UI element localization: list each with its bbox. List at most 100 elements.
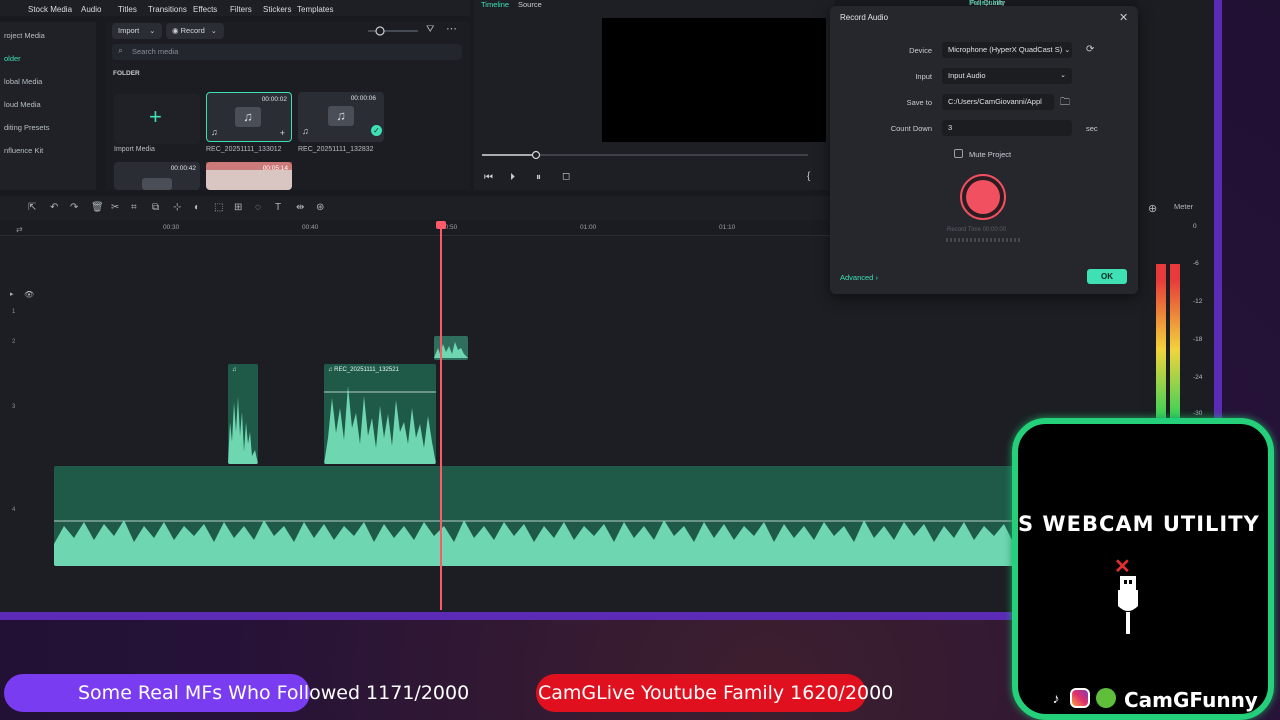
track-number: 3 — [12, 404, 16, 410]
more-icon[interactable]: ⋯ — [446, 22, 457, 35]
playback-scrubber[interactable] — [482, 150, 812, 160]
media-category-tabs: Stock Media Audio Titles Transitions Eff… — [0, 0, 470, 16]
clip-title: ♫ REC_20251111_132521 — [328, 367, 399, 373]
undo-icon[interactable]: ↶ — [50, 202, 58, 213]
tab-stock-media[interactable]: Stock Media — [28, 5, 72, 14]
sidebar-item-folder[interactable]: older — [4, 54, 21, 63]
waveform — [54, 520, 1014, 566]
filter-icon[interactable]: ⛛ — [426, 24, 434, 35]
audio-clip-long[interactable] — [54, 466, 1014, 566]
save-path-field[interactable]: C:/Users/CamGiovanni/Appl — [942, 94, 1054, 110]
ruler-tick: 01:00 — [580, 224, 597, 231]
audio-stretch-icon[interactable]: ⇹ — [296, 202, 304, 213]
mask-icon[interactable]: ◌ — [255, 202, 261, 213]
audio-clip[interactable]: ♫ — [228, 364, 258, 464]
play-icon[interactable]: ⏵ — [510, 172, 515, 183]
meter-scale: -6 — [1193, 260, 1199, 267]
audio-icon: ♫ — [232, 367, 237, 373]
tab-filters[interactable]: Filters — [230, 5, 252, 14]
pause-icon[interactable]: ⏸ — [536, 172, 541, 183]
record-dropdown[interactable]: ◉ Record ⌄ — [166, 23, 224, 39]
chevron-down-icon: ⌄ — [149, 28, 156, 35]
tab-source[interactable]: Source — [518, 0, 542, 9]
webcam-overlay: S WEBCAM UTILITY ✕ — [1012, 418, 1274, 720]
keyframe-icon[interactable]: ⬚ — [214, 202, 223, 213]
zoom-slider[interactable] — [368, 26, 418, 36]
media-sidebar: roject Media older lobal Media loud Medi… — [0, 22, 96, 190]
media-clip-4[interactable]: 00:05:14 — [206, 162, 292, 190]
record-button[interactable] — [960, 174, 1006, 220]
media-panel: Import ⌄ ◉ Record ⌄ ⛛ ⋯ Search media ⌕ F… — [106, 22, 470, 190]
stop-icon[interactable]: ◻ — [562, 171, 570, 182]
mute-project-checkbox[interactable] — [954, 149, 963, 158]
transform-icon[interactable]: ⧉ — [152, 202, 159, 213]
freeze-icon[interactable]: ⊞ — [234, 202, 242, 213]
import-media-tile[interactable]: + — [114, 94, 200, 144]
crop-icon[interactable]: ⌗ — [131, 202, 137, 213]
media-clip-1[interactable]: 00:00:02 ♫ ♫ + — [206, 92, 292, 142]
input-label: Input — [915, 72, 932, 81]
track-video-icon: ▸ — [10, 291, 14, 298]
ruler-tick: 01:10 — [719, 224, 736, 231]
color-icon[interactable]: ◐ — [194, 202, 200, 213]
sidebar-item-cloud-media[interactable]: loud Media — [4, 100, 41, 109]
tab-audio[interactable]: Audio — [81, 5, 101, 14]
media-clip-2[interactable]: 00:00:06 ♫ ♫ ✓ — [298, 92, 384, 142]
clip-duration: 00:00:06 — [350, 95, 376, 102]
record-dot-icon — [966, 180, 1000, 214]
add-icon[interactable]: + — [280, 128, 285, 138]
refresh-icon[interactable]: ⟳ — [1086, 44, 1094, 55]
level-indicator — [946, 238, 1020, 242]
sidebar-item-editing-presets[interactable]: diting Presets — [4, 123, 49, 132]
select-tool-icon[interactable]: ⇱ — [28, 202, 36, 213]
tab-transitions[interactable]: Transitions — [148, 5, 187, 14]
clip-duration: 00:00:42 — [170, 165, 196, 172]
delete-icon[interactable]: 🗑 — [91, 202, 104, 213]
player-panel: Timeline Source ⏮ ⏵ ⏸ ◻ { — [474, 0, 834, 190]
chevron-down-icon: ⌄ — [210, 28, 217, 35]
meter-scale: -12 — [1193, 298, 1203, 305]
instagram-icon — [1070, 688, 1090, 708]
chevron-down-icon: ⌄ — [1064, 47, 1071, 54]
track-number: 1 — [12, 309, 16, 315]
tab-effects[interactable]: Effects — [193, 5, 217, 14]
advanced-link[interactable]: Advanced › — [840, 273, 878, 282]
device-select[interactable]: Microphone (HyperX QuadCast S) ⌄ — [942, 42, 1072, 58]
tab-stickers[interactable]: Stickers — [263, 5, 291, 14]
ok-button[interactable]: OK — [1087, 269, 1127, 284]
ruler-tick: 00:30 — [163, 224, 180, 231]
tab-templates[interactable]: Templates — [297, 5, 333, 14]
tab-timeline[interactable]: Timeline — [481, 0, 509, 9]
ai-tools-icon[interactable]: ⊛ — [316, 202, 324, 213]
import-dropdown[interactable]: Import ⌄ — [112, 23, 162, 39]
text-icon[interactable]: T — [275, 202, 281, 213]
redo-icon[interactable]: ↷ — [70, 202, 78, 213]
sidebar-item-global-media[interactable]: lobal Media — [4, 77, 42, 86]
media-clip-3[interactable]: 00:00:42 — [114, 162, 200, 190]
split-icon[interactable]: ✂ — [111, 202, 119, 213]
chevron-down-icon: ⌄ — [1060, 72, 1066, 79]
close-icon[interactable]: ✕ — [1119, 11, 1128, 24]
meter-dropdown[interactable]: Meter — [1174, 202, 1193, 211]
record-audio-dialog: Record Audio ✕ Device Microphone (HyperX… — [830, 6, 1138, 294]
step-back-icon[interactable]: ⏮ — [484, 172, 493, 183]
search-input[interactable]: Search media — [112, 44, 462, 60]
mark-in-icon[interactable]: { — [807, 171, 810, 182]
dialog-title: Record Audio — [840, 13, 889, 22]
input-select[interactable]: Input Audio ⌄ — [942, 68, 1072, 84]
eye-icon[interactable]: 👁 — [24, 290, 34, 299]
import-media-label: Import Media — [114, 146, 155, 153]
record-time: Record Time 00:00:00 — [947, 227, 1007, 233]
audio-clip[interactable]: ♫ REC_20251111_132521 — [324, 364, 436, 464]
followers-goal-text: Some Real MFs Who Followed 1171/2000 — [78, 682, 470, 704]
countdown-input[interactable]: 3 — [942, 120, 1072, 136]
link-icon[interactable]: ⇄ — [16, 225, 23, 234]
sidebar-item-project-media[interactable]: roject Media — [4, 31, 45, 40]
playhead[interactable] — [440, 222, 442, 610]
tab-titles[interactable]: Titles — [118, 5, 137, 14]
clip-name: REC_20251111_133012 — [206, 146, 282, 153]
speed-icon[interactable]: ⊹ — [173, 202, 181, 213]
folder-icon[interactable]: 🗀 — [1060, 95, 1070, 112]
sidebar-item-influence-kit[interactable]: nfluence Kit — [4, 146, 43, 155]
add-track-icon[interactable]: ⊕ — [1148, 202, 1157, 215]
